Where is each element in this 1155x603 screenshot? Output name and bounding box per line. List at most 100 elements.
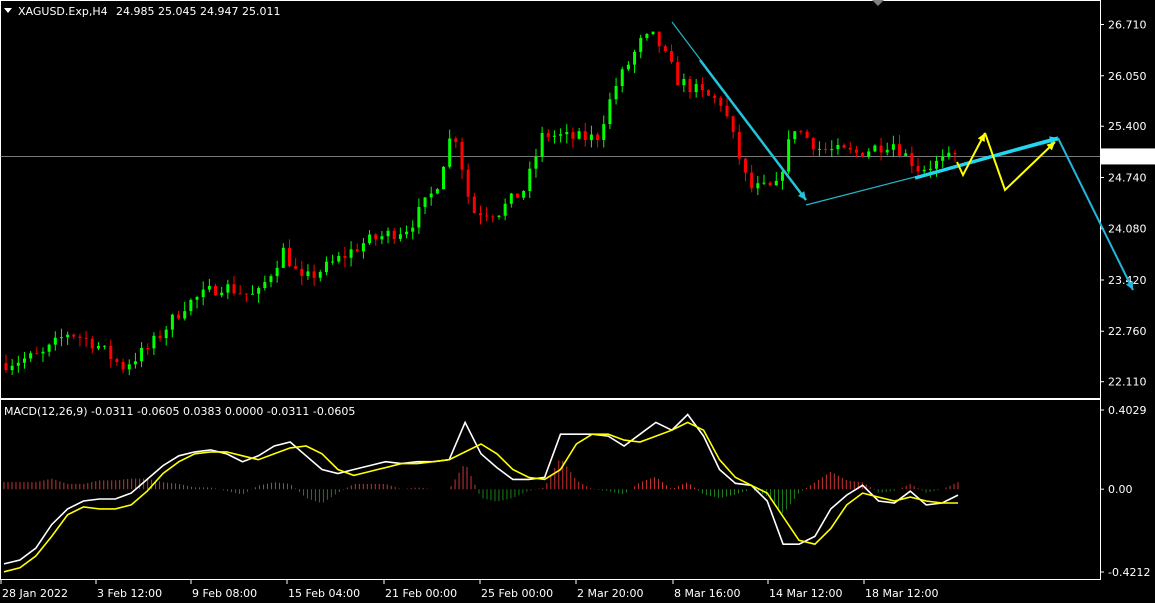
time-axis-label: 15 Feb 04:00 bbox=[288, 587, 360, 600]
candle-body bbox=[368, 234, 372, 244]
candle-body bbox=[177, 314, 181, 319]
candle-body bbox=[904, 153, 908, 156]
candle-body bbox=[386, 230, 390, 237]
candle-body bbox=[509, 193, 513, 204]
candle-body bbox=[343, 256, 347, 258]
price-axis-label: 24.080 bbox=[1108, 223, 1147, 236]
candle-body bbox=[916, 166, 920, 172]
candle-body bbox=[614, 85, 618, 100]
candle-body bbox=[589, 134, 593, 141]
candle-body bbox=[275, 267, 279, 277]
candle-body bbox=[361, 243, 365, 252]
macd-indicator-label: MACD(12,26,9) -0.0311 -0.0605 0.0383 0.0… bbox=[4, 405, 355, 418]
candle-body bbox=[602, 124, 606, 141]
time-axis-label: 14 Mar 12:00 bbox=[769, 587, 842, 600]
candle-body bbox=[670, 51, 674, 63]
candle-body bbox=[29, 353, 33, 359]
time-axis-label: 8 Mar 16:00 bbox=[674, 587, 740, 600]
ohlc-header: 24.985 25.045 24.947 25.011 bbox=[116, 5, 280, 18]
candle-body bbox=[935, 160, 939, 169]
candle-body bbox=[398, 234, 402, 239]
candle-body bbox=[552, 135, 556, 137]
trend-annotations bbox=[671, 21, 1134, 291]
chart-window: 26.710 26.050 25.400 24.740 24.080 23.420 22.7… bbox=[0, 0, 1155, 603]
candle-body bbox=[861, 152, 865, 157]
candle-body bbox=[848, 147, 852, 150]
candle-body bbox=[429, 193, 433, 198]
candle-body bbox=[639, 37, 643, 52]
candle-body bbox=[910, 153, 914, 167]
symbol-header: XAGUSD.Exp,H4 bbox=[18, 5, 108, 18]
candle-body bbox=[885, 149, 889, 153]
candle-body bbox=[300, 268, 304, 276]
candle-body bbox=[103, 345, 107, 347]
candle-body bbox=[559, 134, 563, 136]
candle-body bbox=[719, 98, 723, 106]
candle-body bbox=[109, 345, 113, 360]
candle-body bbox=[269, 276, 273, 283]
macd-signal-line bbox=[3, 421, 958, 573]
candle-body bbox=[84, 337, 88, 339]
candle-body bbox=[497, 215, 501, 217]
candle-body bbox=[774, 180, 778, 186]
candle-body bbox=[53, 337, 57, 345]
candle-body bbox=[47, 344, 51, 352]
candle-body bbox=[417, 206, 421, 228]
candle-body bbox=[232, 284, 236, 294]
candle-body bbox=[608, 99, 612, 125]
candle-body bbox=[633, 51, 637, 65]
price-axis-label: 26.050 bbox=[1108, 70, 1147, 83]
price-pane-frame bbox=[0, 0, 1101, 399]
candle-body bbox=[435, 189, 439, 194]
candle-body bbox=[811, 137, 815, 150]
candle-body bbox=[799, 131, 803, 133]
candle-body bbox=[756, 183, 760, 189]
candle-body bbox=[4, 363, 8, 371]
candle-body bbox=[503, 203, 507, 216]
candle-body bbox=[780, 171, 784, 181]
candle-body bbox=[411, 227, 415, 232]
candle-body bbox=[694, 84, 698, 93]
candle-body bbox=[183, 311, 187, 319]
candle-body bbox=[226, 284, 230, 293]
candle-body bbox=[146, 348, 150, 350]
candle-body bbox=[836, 144, 840, 150]
candle-body bbox=[953, 152, 957, 155]
candle-body bbox=[164, 329, 168, 339]
price-axis-label: 25.400 bbox=[1108, 120, 1147, 133]
candle-body bbox=[201, 289, 205, 298]
candle-body bbox=[626, 64, 630, 70]
candle-body bbox=[830, 149, 834, 151]
candle-body bbox=[121, 361, 125, 370]
candle-body bbox=[479, 213, 482, 216]
candle-body bbox=[380, 236, 384, 240]
candle-body bbox=[257, 288, 261, 294]
candle-body bbox=[750, 172, 754, 189]
candle-body bbox=[41, 351, 45, 354]
candle-body bbox=[891, 144, 895, 150]
candle-body bbox=[442, 166, 446, 190]
candle-body bbox=[867, 151, 871, 157]
candle-body bbox=[287, 247, 291, 267]
candle-body bbox=[374, 234, 378, 240]
candle-body bbox=[96, 346, 100, 349]
time-axis-label: 18 Mar 12:00 bbox=[865, 587, 938, 600]
chart-menu-triangle-icon bbox=[4, 8, 12, 13]
candle-body bbox=[392, 230, 396, 239]
candle-body bbox=[294, 266, 298, 269]
candle-body bbox=[140, 348, 144, 362]
candle-body bbox=[170, 314, 174, 330]
candle-body bbox=[596, 134, 600, 141]
candle-body bbox=[793, 131, 797, 140]
current-price-label: 25.011 bbox=[1108, 150, 1147, 163]
candle-body bbox=[922, 169, 926, 172]
price-axis-label: 22.110 bbox=[1108, 376, 1147, 389]
candle-body bbox=[676, 62, 680, 86]
candle-body bbox=[189, 299, 193, 312]
candle-body bbox=[263, 282, 267, 289]
candle-body bbox=[787, 139, 791, 172]
candle-body bbox=[657, 31, 661, 47]
candle-body bbox=[220, 292, 224, 296]
time-axis-label: 28 Jan 2022 bbox=[2, 587, 68, 600]
candle-body bbox=[78, 336, 82, 338]
